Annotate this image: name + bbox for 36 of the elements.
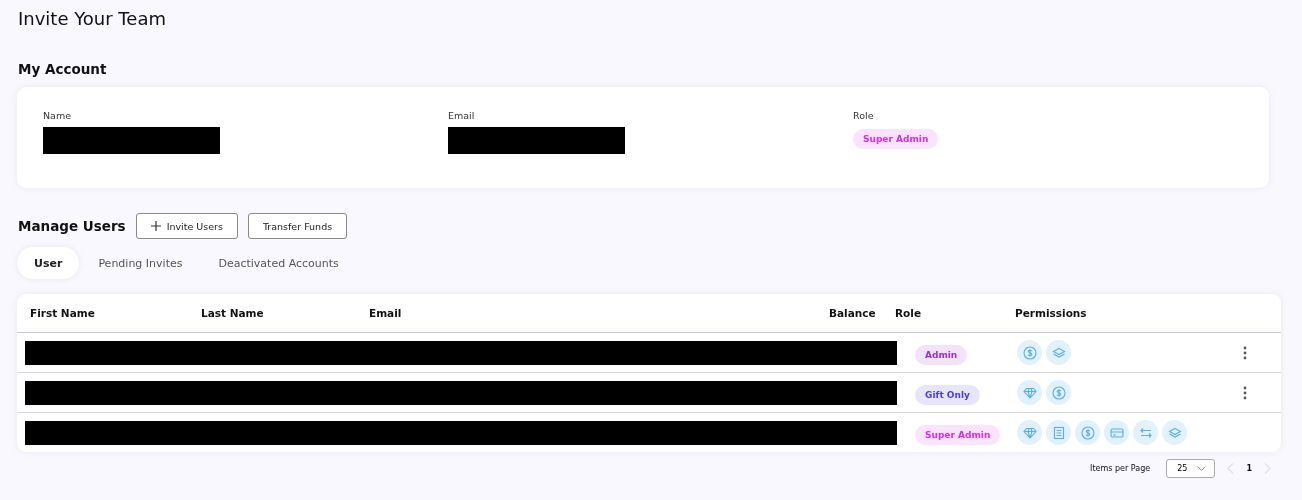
field-label: Role (853, 110, 874, 121)
role-badge: Gift Only (915, 385, 980, 405)
role-badge: Super Admin (915, 425, 1001, 445)
column-header: First Name (30, 307, 96, 319)
role-badge: Super Admin (853, 129, 939, 149)
column-header: Last Name (201, 307, 265, 319)
section-heading: My Account (18, 60, 108, 79)
invite-users-button[interactable]: Invite Users (135, 213, 238, 239)
tab[interactable]: Pending Invites (81, 247, 200, 279)
column-header: Email (369, 307, 403, 319)
column-header: Role (895, 307, 923, 319)
transfer-icon (1133, 420, 1158, 445)
dollar-icon (1017, 340, 1042, 365)
dollar-icon (1075, 420, 1100, 445)
field-label: Name (43, 110, 72, 121)
more-options-icon[interactable] (1243, 385, 1247, 400)
page-size-select[interactable]: 25 (1166, 459, 1216, 478)
field-label: Email (448, 110, 475, 121)
plus-icon (150, 221, 161, 231)
card-icon (1104, 420, 1129, 445)
chevron-down-icon (1197, 465, 1207, 472)
section-heading: Manage Users (18, 218, 126, 234)
tab[interactable]: Deactivated Accounts (201, 247, 356, 279)
items-per-page-label: Items per Page (1090, 464, 1151, 473)
tab[interactable]: User (17, 247, 80, 279)
document-icon (1046, 420, 1071, 445)
layers-icon (1162, 420, 1187, 445)
page-number[interactable]: 1 (1246, 464, 1252, 473)
dollar-icon (1046, 380, 1071, 405)
column-header: Balance (829, 307, 877, 319)
more-options-icon[interactable] (1243, 345, 1247, 360)
layers-icon (1046, 340, 1071, 365)
role-badge: Admin (915, 345, 968, 365)
column-header: Permissions (1015, 307, 1087, 319)
transfer-funds-button[interactable]: Transfer Funds (247, 213, 348, 239)
page-title: Invite Your Team (18, 7, 167, 31)
